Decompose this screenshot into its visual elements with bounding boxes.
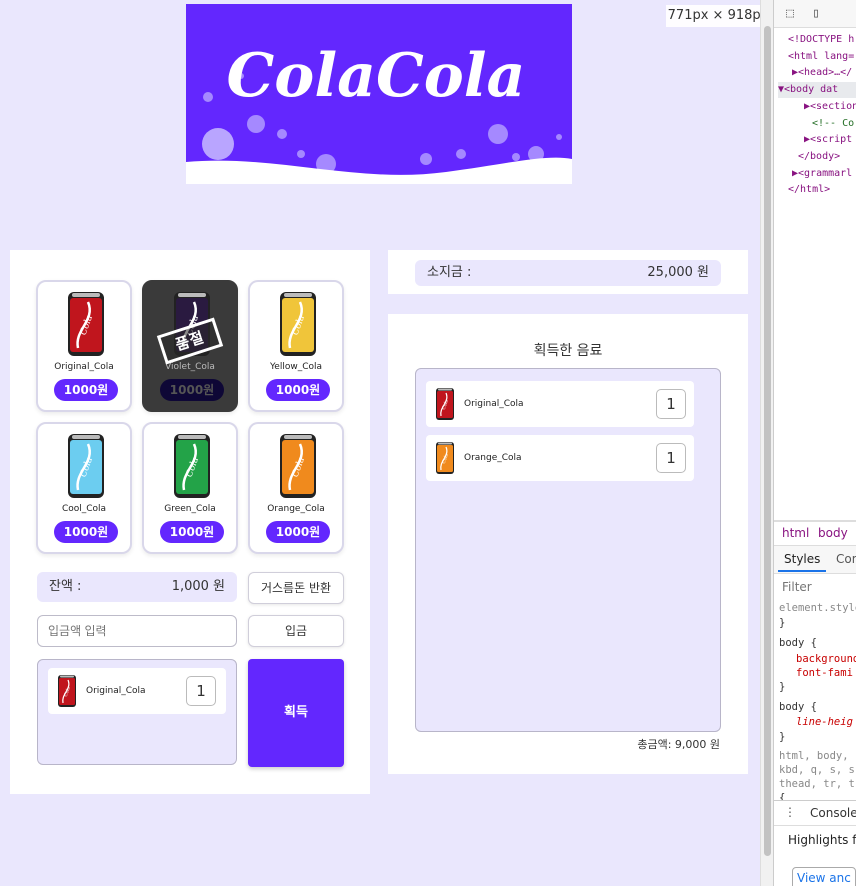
dom-node[interactable]: <html lang= [788, 49, 854, 65]
item-quantity: 1 [656, 443, 686, 473]
product-price: 1000원 [54, 521, 118, 543]
tab-styles[interactable]: Styles [784, 552, 820, 566]
dom-node[interactable]: ▶<grammarl [792, 166, 852, 182]
dom-node[interactable]: ▶<section [804, 99, 856, 115]
console-drawer: ⋮ Console Highlights fro View anc [774, 800, 856, 886]
crumb-html[interactable]: html [782, 526, 809, 540]
dom-node[interactable]: </html> [788, 182, 830, 198]
viewport-size-tooltip: 771px × 918px [666, 5, 760, 27]
device-toolbar-icon[interactable]: ▯ [808, 6, 824, 22]
can-thumbnail: Cola [436, 388, 454, 420]
css-rule-line: background [796, 653, 856, 665]
can-image: Cola [280, 434, 316, 498]
product-price: 1000원 [160, 379, 224, 401]
devtools-toolbar: ⬚ ▯ [774, 0, 856, 28]
product-name: Cool_Cola [61, 504, 107, 514]
can-image: Cola [68, 434, 104, 498]
active-tab-indicator [778, 570, 826, 572]
product-name: Orange_Cola [267, 504, 325, 514]
console-highlights-text: Highlights fro [788, 833, 856, 847]
cart-list: Cola Original_Cola 1 [37, 659, 237, 765]
vending-machine-panel: Cola Original_Cola 1000원 Cola Violet_Cola 100… [10, 250, 370, 794]
product-name: Yellow_Cola [269, 362, 322, 372]
tab-computed[interactable]: Com [836, 552, 856, 566]
css-rule-line: element.style [779, 602, 856, 614]
balance-value: 1,000 원 [171, 579, 225, 594]
item-quantity: 1 [656, 389, 686, 419]
item-name: Original_Cola [464, 399, 524, 409]
product-name: Original_Cola [54, 362, 114, 372]
logo-text: ColaCola [227, 41, 526, 111]
dom-node[interactable]: ▼<body dat [778, 82, 856, 99]
can-image: Cola [280, 292, 316, 356]
can-thumbnail: Cola [436, 442, 454, 474]
list-item: Cola Original_Cola 1 [426, 381, 694, 427]
product-card-original-cola[interactable]: Cola Original_Cola 1000원 [36, 280, 132, 412]
styles-filter-input[interactable] [774, 574, 856, 600]
css-rule-line: kbd, q, s, s [779, 764, 855, 776]
product-price: 1000원 [54, 379, 118, 401]
css-rule-line: html, body, [779, 750, 849, 762]
can-image: Cola [68, 292, 104, 356]
devtools-breadcrumb: html body [774, 522, 856, 546]
css-rule-line: thead, tr, t [779, 778, 855, 790]
product-card-violet-cola[interactable]: ColaViolet_Cola1000원품절 [142, 280, 238, 412]
deposit-button[interactable]: 입금 [248, 615, 344, 647]
product-price: 1000원 [266, 521, 330, 543]
page-scrollbar[interactable] [760, 0, 773, 886]
acquired-list: Cola Original_Cola 1 Cola Orange_Cola 1 [415, 368, 721, 732]
list-item: Cola Original_Cola 1 [48, 668, 226, 714]
more-icon[interactable]: ⋮ [784, 805, 796, 819]
list-item: Cola Orange_Cola 1 [426, 435, 694, 481]
product-name: Violet_Cola [165, 362, 215, 372]
page-viewport: ColaCola ColaOriginal_Cola1000원ColaViole… [0, 0, 760, 886]
can-thumbnail: Cola [58, 675, 76, 707]
can-image: Cola [174, 434, 210, 498]
dom-node[interactable]: <!-- Co [812, 116, 854, 132]
css-rule-line: } [779, 731, 786, 743]
wallet-label: 소지금 : [427, 265, 472, 280]
product-price: 1000원 [160, 521, 224, 543]
balance-display: 잔액 : 1,000 원 [37, 572, 237, 602]
crumb-body[interactable]: body [818, 526, 848, 540]
product-card-green-cola[interactable]: Cola Green_Cola 1000원 [142, 422, 238, 554]
dom-node[interactable]: ▶<script [804, 132, 852, 148]
colacola-logo: ColaCola [186, 4, 572, 184]
item-name: Orange_Cola [464, 453, 522, 463]
wallet-panel: 소지금 : 25,000 원 [388, 250, 748, 294]
deposit-input[interactable] [37, 615, 237, 647]
css-rule-line: } [779, 617, 786, 629]
dom-node[interactable]: <!DOCTYPE h [788, 32, 854, 48]
css-rule-line: body { [779, 701, 817, 713]
acquired-panel: 획득한 음료 Cola Original_Cola 1 Cola Orange_Cola… [388, 314, 748, 774]
css-rule-line: font-fami [796, 667, 853, 679]
scrollbar-thumb[interactable] [764, 26, 771, 856]
item-name: Original_Cola [86, 686, 146, 696]
css-rule-line: line-heig [796, 716, 853, 728]
acquire-button[interactable]: 획득 [248, 659, 344, 767]
product-card-orange-cola[interactable]: Cola Orange_Cola 1000원 [248, 422, 344, 554]
return-change-button[interactable]: 거스름돈 반환 [248, 572, 344, 604]
view-announcement-link[interactable]: View anc [792, 867, 856, 886]
product-price: 1000원 [266, 379, 330, 401]
devtools-tabs: Styles Com [774, 546, 856, 574]
wallet-value: 25,000 원 [647, 265, 709, 280]
item-quantity: 1 [186, 676, 216, 706]
product-card-yellow-cola[interactable]: Cola Yellow_Cola 1000원 [248, 280, 344, 412]
css-rule-line: } [779, 681, 786, 693]
inspect-element-icon[interactable]: ⬚ [782, 6, 798, 22]
acquired-title: 획득한 음료 [533, 343, 603, 359]
dom-node[interactable]: ▶<head>…</ [792, 65, 852, 81]
css-rule-line: body { [779, 637, 817, 649]
wallet-display: 소지금 : 25,000 원 [415, 260, 721, 286]
balance-label: 잔액 : [49, 579, 82, 594]
console-tab[interactable]: Console [810, 806, 856, 820]
product-name: Green_Cola [164, 504, 216, 514]
total-amount: 총금액: 9,000 원 [637, 738, 720, 751]
devtools-panel: ⬚ ▯ <!DOCTYPE h <html lang= ▶<head>…</▼<bo… [773, 0, 856, 886]
product-card-cool-cola[interactable]: Cola Cool_Cola 1000원 [36, 422, 132, 554]
dom-node[interactable]: </body> [798, 149, 840, 165]
